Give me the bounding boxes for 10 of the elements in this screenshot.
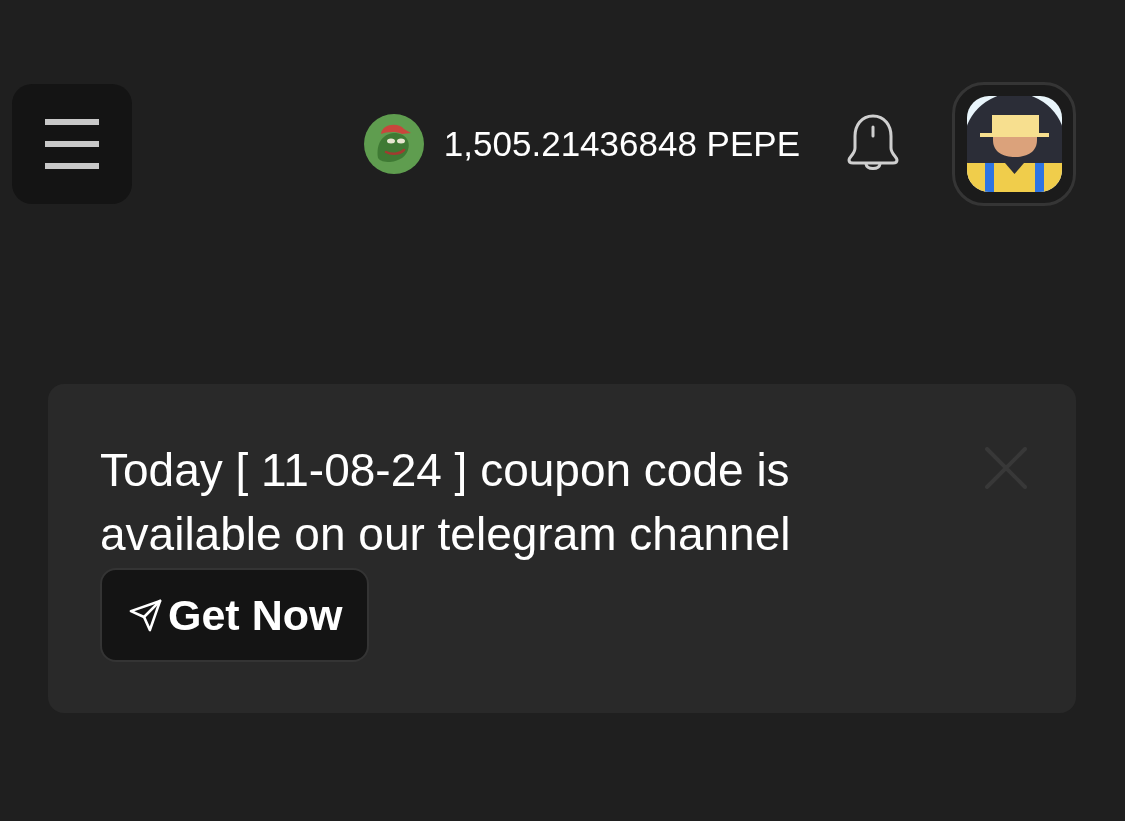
get-now-button[interactable]: Get Now xyxy=(100,568,370,662)
menu-icon xyxy=(45,119,99,169)
bell-icon[interactable] xyxy=(846,112,900,173)
avatar-icon xyxy=(966,96,1062,192)
avatar-button[interactable] xyxy=(952,82,1076,206)
frog-coin-icon xyxy=(363,114,424,174)
send-icon xyxy=(128,597,163,633)
menu-button[interactable] xyxy=(12,84,132,204)
notice-message: Today [ 11-08-24 ] coupon code is available on our telegram channel xyxy=(100,443,792,562)
balance-text: 1,505.21436848 PEPE xyxy=(443,124,800,164)
